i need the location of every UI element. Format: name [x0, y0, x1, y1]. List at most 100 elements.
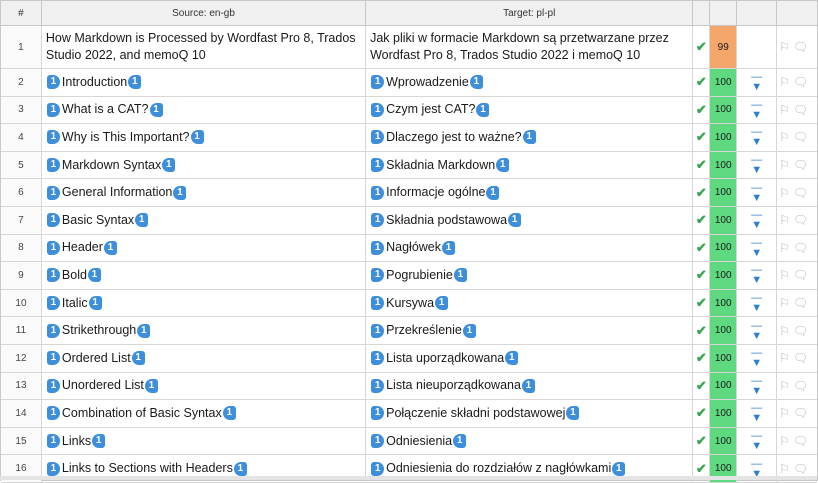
opening-tag-icon[interactable]: 1 [371, 323, 385, 338]
closing-tag-icon[interactable]: 1 [522, 130, 536, 145]
source-cell[interactable]: 1 Ordered List 1 [42, 344, 367, 372]
closing-tag-icon[interactable]: 1 [144, 378, 158, 393]
opening-tag-icon[interactable]: 1 [46, 240, 60, 255]
closing-tag-icon[interactable]: 1 [88, 296, 102, 311]
comment-bubble-icon[interactable]: 🗨 [793, 103, 808, 117]
flag-icon[interactable]: ⚐ [779, 130, 790, 144]
opening-tag-icon[interactable]: 1 [371, 351, 385, 366]
column-header-number[interactable]: # [1, 1, 42, 25]
closing-tag-icon[interactable]: 1 [566, 406, 580, 421]
target-cell[interactable]: Jak pliki w formacie Markdown są przetwa… [366, 26, 694, 68]
flag-icon[interactable]: ⚐ [779, 241, 790, 255]
download-arrow-icon[interactable]: — ▼ [751, 99, 762, 120]
download-arrow-icon[interactable]: — ▼ [751, 237, 762, 258]
segment-row[interactable]: 6 1 General Information 1 1 Informacje ogólne… [1, 179, 817, 207]
opening-tag-icon[interactable]: 1 [46, 102, 60, 117]
opening-tag-icon[interactable]: 1 [46, 75, 60, 90]
opening-tag-icon[interactable]: 1 [46, 461, 60, 476]
comment-bubble-icon[interactable]: 🗨 [793, 40, 808, 54]
flag-icon[interactable]: ⚐ [779, 296, 790, 310]
target-cell[interactable]: 1 Czym jest CAT? 1 [366, 96, 694, 124]
closing-tag-icon[interactable]: 1 [496, 158, 510, 173]
closing-tag-icon[interactable]: 1 [135, 213, 149, 228]
column-header-notes[interactable] [777, 1, 817, 25]
closing-tag-icon[interactable]: 1 [453, 434, 467, 449]
flag-icon[interactable]: ⚐ [779, 186, 790, 200]
segment-row[interactable]: 1 How Markdown is Processed by Wordfast P… [1, 26, 817, 69]
target-cell[interactable]: 1 Dlaczego jest to ważne? 1 [366, 124, 694, 151]
opening-tag-icon[interactable]: 1 [371, 75, 385, 90]
flag-icon[interactable]: ⚐ [779, 379, 790, 393]
closing-tag-icon[interactable]: 1 [435, 296, 449, 311]
comment-bubble-icon[interactable]: 🗨 [793, 186, 808, 200]
opening-tag-icon[interactable]: 1 [371, 130, 385, 145]
target-cell[interactable]: 1 Połączenie składni podstawowej 1 [366, 400, 694, 427]
segment-row[interactable]: 2 1 Introduction 1 1 Wprowadzenie 1 ✔ 100— ▼ ⚐ 🗨 [1, 69, 817, 97]
source-cell[interactable]: 1 Why is This Important? 1 [42, 124, 367, 151]
source-cell[interactable]: 1 What is a CAT? 1 [42, 96, 367, 124]
comment-bubble-icon[interactable]: 🗨 [793, 351, 808, 365]
segment-row[interactable]: 8 1 Header 1 1 Nagłówek 1 ✔ 100— ▼ ⚐ 🗨 [1, 234, 817, 263]
flag-icon[interactable]: ⚐ [779, 434, 790, 448]
closing-tag-icon[interactable]: 1 [505, 351, 519, 366]
flag-icon[interactable]: ⚐ [779, 351, 790, 365]
source-cell[interactable]: 1 Header 1 [42, 234, 367, 262]
segment-row[interactable]: 12 1 Ordered List 1 1 Lista uporządkowana 1 ✔ 10… [1, 344, 817, 373]
source-cell[interactable]: 1 Italic 1 [42, 289, 367, 317]
opening-tag-icon[interactable]: 1 [46, 158, 60, 173]
source-cell[interactable]: 1 Introduction 1 [42, 69, 367, 96]
source-cell[interactable]: How Markdown is Processed by Wordfast Pr… [42, 26, 367, 68]
flag-icon[interactable]: ⚐ [779, 268, 790, 282]
opening-tag-icon[interactable]: 1 [46, 323, 60, 338]
source-cell[interactable]: 1 Basic Syntax 1 [42, 206, 367, 234]
column-header-score[interactable] [710, 1, 738, 25]
opening-tag-icon[interactable]: 1 [371, 240, 385, 255]
closing-tag-icon[interactable]: 1 [149, 102, 163, 117]
opening-tag-icon[interactable]: 1 [46, 213, 60, 228]
download-arrow-icon[interactable]: — ▼ [751, 293, 762, 314]
target-cell[interactable]: 1 Lista nieuporządkowana 1 [366, 372, 694, 400]
closing-tag-icon[interactable]: 1 [103, 240, 117, 255]
target-cell[interactable]: 1 Informacje ogólne 1 [366, 179, 694, 206]
source-cell[interactable]: 1 Strikethrough 1 [42, 317, 367, 344]
source-cell[interactable]: 1 Bold 1 [42, 262, 367, 289]
flag-icon[interactable]: ⚐ [779, 103, 790, 117]
download-arrow-icon[interactable]: — ▼ [751, 127, 762, 148]
comment-bubble-icon[interactable]: 🗨 [793, 268, 808, 282]
opening-tag-icon[interactable]: 1 [371, 461, 385, 476]
comment-bubble-icon[interactable]: 🗨 [793, 130, 808, 144]
closing-tag-icon[interactable]: 1 [233, 461, 247, 476]
source-cell[interactable]: 1 Markdown Syntax 1 [42, 151, 367, 179]
segment-row[interactable]: 13 1 Unordered List 1 1 Lista nieuporządkowan… [1, 372, 817, 401]
flag-icon[interactable]: ⚐ [779, 406, 790, 420]
opening-tag-icon[interactable]: 1 [371, 378, 385, 393]
comment-bubble-icon[interactable]: 🗨 [793, 213, 808, 227]
download-arrow-icon[interactable]: — ▼ [751, 182, 762, 203]
closing-tag-icon[interactable]: 1 [137, 323, 151, 338]
target-cell[interactable]: 1 Składnia Markdown 1 [366, 151, 694, 179]
segment-row[interactable]: 3 1 What is a CAT? 1 1 Czym jest CAT? 1 ✔ 100— ▼ ⚐… [1, 96, 817, 125]
closing-tag-icon[interactable]: 1 [469, 75, 483, 90]
opening-tag-icon[interactable]: 1 [371, 296, 385, 311]
segment-row[interactable]: 10 1 Italic 1 1 Kursywa 1 ✔ 100— ▼ ⚐ 🗨 [1, 289, 817, 318]
comment-bubble-icon[interactable]: 🗨 [793, 241, 808, 255]
flag-icon[interactable]: ⚐ [779, 40, 790, 54]
opening-tag-icon[interactable]: 1 [46, 434, 60, 449]
comment-bubble-icon[interactable]: 🗨 [793, 158, 808, 172]
horizontal-scrollbar[interactable] [0, 476, 817, 480]
closing-tag-icon[interactable]: 1 [521, 378, 535, 393]
opening-tag-icon[interactable]: 1 [371, 406, 385, 421]
comment-bubble-icon[interactable]: 🗨 [793, 296, 808, 310]
target-cell[interactable]: 1 Lista uporządkowana 1 [366, 344, 694, 372]
segment-row[interactable]: 5 1 Markdown Syntax 1 1 Składnia Markdown 1 ✔ 10… [1, 151, 817, 180]
opening-tag-icon[interactable]: 1 [371, 213, 385, 228]
closing-tag-icon[interactable]: 1 [173, 185, 187, 200]
closing-tag-icon[interactable]: 1 [162, 158, 176, 173]
column-header-target[interactable]: Target: pl-pl [366, 1, 694, 25]
flag-icon[interactable]: ⚐ [779, 75, 790, 89]
closing-tag-icon[interactable]: 1 [222, 406, 236, 421]
closing-tag-icon[interactable]: 1 [87, 268, 101, 283]
column-header-arrow[interactable] [737, 1, 778, 25]
closing-tag-icon[interactable]: 1 [128, 75, 142, 90]
closing-tag-icon[interactable]: 1 [612, 461, 626, 476]
